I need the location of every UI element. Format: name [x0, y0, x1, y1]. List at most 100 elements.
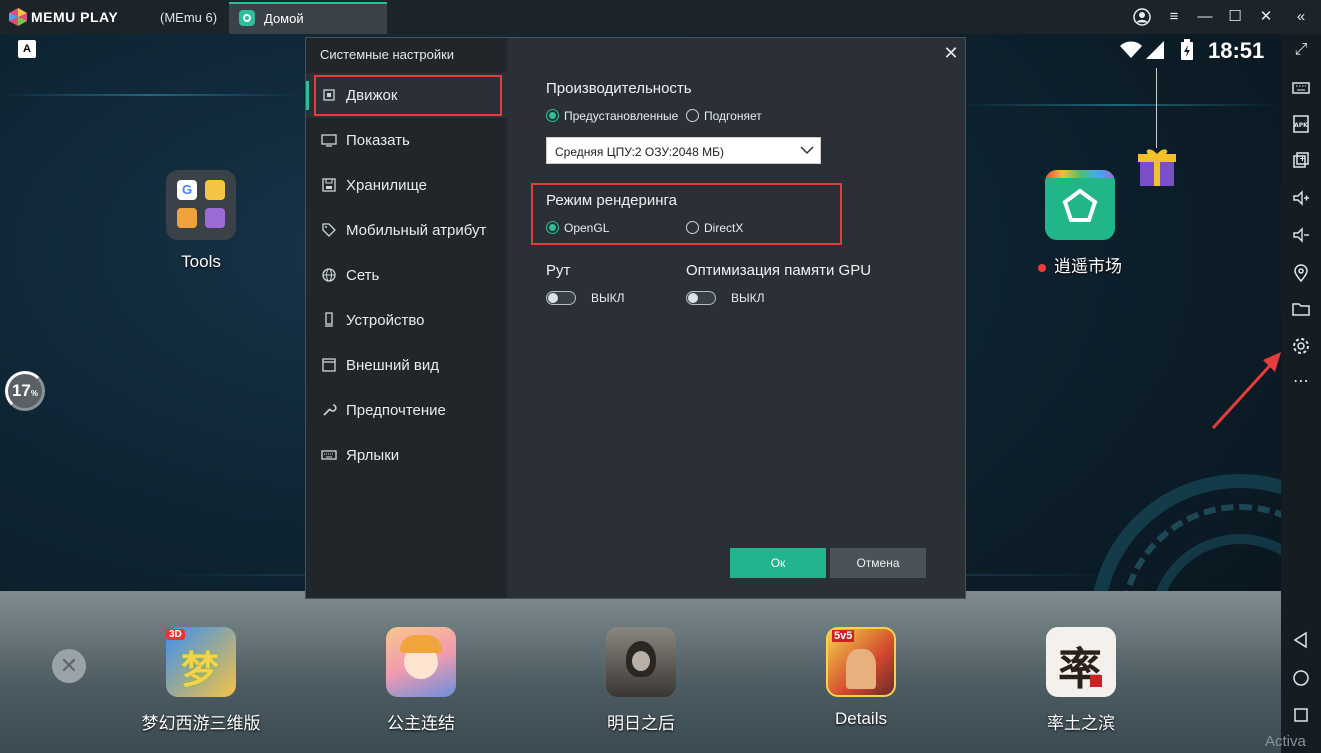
radio-dot — [686, 221, 699, 234]
battery-charging-icon — [1181, 39, 1193, 60]
nav-label: Сеть — [346, 267, 380, 284]
nav-device[interactable]: Устройство — [306, 298, 507, 343]
gpu-memory-state: ВЫКЛ — [731, 291, 765, 305]
radio-dot — [546, 221, 559, 234]
android-back-icon[interactable] — [1289, 628, 1313, 652]
radio-dot — [686, 109, 699, 122]
red-arrow-annotation — [1211, 352, 1281, 430]
performance-select[interactable]: Средняя ЦПУ:2 ОЗУ:2048 МБ) — [546, 137, 821, 164]
nav-label: Ярлыки — [346, 447, 400, 464]
app-store[interactable]: 逍遥市场 — [1020, 170, 1140, 277]
chevron-down-icon — [800, 146, 814, 155]
wrench-icon — [321, 402, 337, 418]
account-icon[interactable] — [1131, 6, 1153, 28]
keyboard-icon — [321, 447, 337, 463]
cancel-button[interactable]: Отмена — [830, 548, 926, 578]
app-instance-label: (MEmu 6) — [160, 10, 218, 25]
store-label: 逍遥市场 — [1054, 257, 1122, 276]
maximize-icon[interactable]: ☐ — [1224, 6, 1246, 28]
android-recents-icon[interactable] — [1289, 703, 1313, 727]
menu-icon[interactable]: ≡ — [1163, 6, 1185, 28]
notification-dot — [1038, 263, 1046, 272]
nav-appearance[interactable]: Внешний вид — [306, 343, 507, 388]
keyboard-mapping-icon[interactable] — [1289, 76, 1313, 100]
globe-icon — [321, 267, 337, 283]
nav-storage[interactable]: Хранилище — [306, 163, 507, 208]
dock-app-stzb[interactable]: 率 率土之滨 — [1021, 627, 1141, 734]
dock-close-icon[interactable]: ✕ — [52, 649, 86, 683]
dock-app-lifeafter[interactable]: 明日之后 — [581, 627, 701, 734]
radio-label: DirectX — [704, 221, 744, 235]
home-tab-icon — [239, 10, 255, 26]
nav-mobile-attribute[interactable]: Мобильный атрибут — [306, 208, 507, 253]
volume-down-icon[interactable] — [1289, 223, 1313, 247]
nav-label: Мобильный атрибут — [346, 222, 487, 239]
tab-home-label: Домой — [264, 11, 304, 26]
storage-icon — [321, 177, 337, 193]
multi-instance-icon[interactable] — [1289, 148, 1313, 172]
tag-icon — [321, 222, 337, 238]
radio-label: Предустановленные — [564, 109, 679, 123]
tools-folder[interactable]: G Tools — [141, 170, 261, 272]
lifeafter-icon — [606, 627, 676, 697]
gift-string — [1156, 68, 1157, 148]
svg-text:APK: APK — [1294, 122, 1308, 129]
browser-icon — [205, 208, 225, 228]
dock-app-mhxy[interactable]: 3D 梦 梦幻西游三维版 — [141, 627, 261, 734]
root-state: ВЫКЛ — [591, 291, 625, 305]
status-clock: 18:51 — [1208, 38, 1265, 63]
android-home-icon[interactable] — [1289, 666, 1313, 690]
dock-app-details[interactable]: 5v5 Details — [801, 627, 921, 729]
collapse-sidebar-icon[interactable]: « — [1290, 6, 1312, 28]
dock-app-label: 公主连结 — [387, 714, 455, 733]
app-title: MEMU PLAY — [31, 9, 119, 25]
performance-title: Производительность — [546, 80, 692, 97]
dock-app-label: Details — [835, 709, 887, 728]
memory-progress-ring[interactable]: 17% — [5, 371, 45, 411]
honor-of-kings-icon: 5v5 — [826, 627, 896, 697]
fullscreen-icon[interactable]: ⤢ — [1289, 38, 1313, 62]
nav-network[interactable]: Сеть — [306, 253, 507, 298]
mhxy-icon: 3D 梦 — [166, 627, 236, 697]
radio-label: OpenGL — [564, 221, 610, 235]
monitor-icon — [321, 132, 337, 148]
deco-line — [0, 94, 300, 96]
dialog-close-icon[interactable]: ✕ — [942, 44, 960, 62]
percent-sign: % — [30, 389, 39, 398]
root-toggle[interactable] — [546, 291, 576, 305]
dock: ✕ 3D 梦 梦幻西游三维版 公主连结 明日之后 5v5 Details 率 率… — [0, 591, 1281, 753]
performance-select-value: Средняя ЦПУ:2 ОЗУ:2048 МБ) — [555, 145, 724, 159]
gift-icon[interactable] — [1136, 144, 1178, 188]
render-mode-title: Режим рендеринга — [546, 192, 677, 209]
volume-up-icon[interactable] — [1289, 186, 1313, 210]
radio-directx[interactable]: DirectX — [686, 220, 806, 236]
radio-custom[interactable]: Подгоняет — [686, 108, 786, 124]
tab-home[interactable]: Домой — [229, 2, 387, 34]
nav-preferences[interactable]: Предпочтение — [306, 388, 507, 433]
location-icon[interactable] — [1289, 261, 1313, 285]
gpu-memory-toggle[interactable] — [686, 291, 716, 305]
window-close-icon[interactable]: ✕ — [1255, 6, 1277, 28]
highlight-engine — [314, 75, 502, 116]
phone-icon — [321, 312, 337, 328]
radio-opengl[interactable]: OpenGL — [546, 220, 666, 236]
apk-install-icon[interactable]: APK — [1289, 112, 1313, 136]
settings-nav: Системные настройки Движок Показать Хран… — [306, 38, 507, 598]
nav-shortcuts[interactable]: Ярлыки — [306, 433, 507, 478]
shared-folder-icon[interactable] — [1289, 297, 1313, 321]
dock-app-label: 明日之后 — [607, 714, 675, 733]
radio-preset[interactable]: Предустановленные — [546, 108, 696, 124]
nav-display[interactable]: Показать — [306, 118, 507, 163]
title-bar: MEMU PLAY (MEmu 6) Домой ≡ — ☐ ✕ « — [0, 0, 1321, 34]
keyboard-a-icon: A — [18, 40, 36, 58]
radio-label: Подгоняет — [704, 109, 762, 123]
settings-gear-icon[interactable] — [1289, 334, 1313, 358]
deco-line — [960, 104, 1280, 106]
dock-app-label: 梦幻西游三维版 — [141, 714, 261, 733]
dock-app-princess[interactable]: 公主连结 — [361, 627, 481, 734]
emulator-sidebar: ⤢ APK ⋯ — [1281, 34, 1321, 753]
more-icon[interactable]: ⋯ — [1289, 370, 1313, 394]
ok-button[interactable]: Ок — [730, 548, 826, 578]
minimize-icon[interactable]: — — [1194, 6, 1216, 28]
window-icon — [321, 357, 337, 373]
